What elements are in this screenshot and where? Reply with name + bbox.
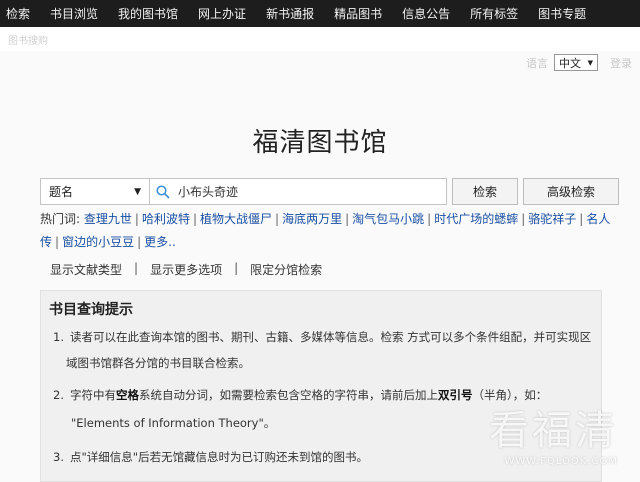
language-select[interactable]: 中文 ▼ [554, 54, 598, 71]
hot-words: 热门词: 查理九世 | 哈利波特 | 植物大战僵尸 | 海底两万里 | 淘气包马小跳 | 时代广场的… [40, 212, 611, 249]
breadcrumb: 图书搜购 [8, 36, 48, 47]
tips-title: 书目查询提示 [49, 302, 133, 318]
login-link[interactable]: 登录 [610, 55, 632, 71]
sub-bar [0, 27, 640, 51]
nav-item-new-books[interactable]: 新书通报 [266, 5, 314, 22]
top-nav: 检索 书目浏览 我的图书馆 网上办证 新书通报 精品图书 信息公告 所有标签 图… [0, 0, 640, 27]
search-button[interactable]: 检索 [452, 178, 518, 205]
nav-item-browse[interactable]: 书目浏览 [50, 5, 98, 22]
search-query: 小布头奇迹 [178, 185, 239, 199]
search-field-value: 题名 [49, 185, 74, 199]
advanced-search-button[interactable]: 高级检索 [523, 178, 619, 205]
tip-3: 3. 点"详细信息"后若无馆藏信息时为已订购还未到馆的图书。 [53, 450, 369, 464]
nav-item-search[interactable]: 检索 [6, 5, 30, 22]
nav-item-tags[interactable]: 所有标签 [470, 5, 518, 22]
tip-2-cont: "Elements of Information Theory"。 [71, 416, 276, 430]
hot-word-link[interactable]: 植物大战僵尸 [200, 212, 272, 226]
hot-word-link[interactable]: 淘气包马小跳 [352, 212, 424, 226]
hot-word-link[interactable]: 骆驼祥子 [528, 212, 576, 226]
search-options: 显示文献类型 | 显示更多选项 | 限定分馆检索 [50, 261, 323, 278]
show-more-options-link[interactable]: 显示更多选项 [150, 261, 222, 278]
nav-item-featured[interactable]: 精品图书 [334, 5, 382, 22]
triangle-down-icon: ▼ [587, 58, 593, 67]
nav-item-topics[interactable]: 图书专题 [538, 5, 586, 22]
hot-word-link[interactable]: 窗边的小豆豆 [62, 235, 134, 249]
nav-item-notices[interactable]: 信息公告 [402, 5, 450, 22]
more-link[interactable]: 更多.. [144, 235, 176, 249]
language-bar: 语言 中文 ▼ 登录 [526, 54, 632, 71]
site-title: 福清图书馆 [252, 128, 388, 158]
hot-word-link[interactable]: 查理九世 [84, 212, 132, 226]
search-icon [156, 184, 170, 199]
hot-words-label: 热门词: [40, 212, 81, 226]
search-field-select[interactable]: 题名 ▼ [40, 178, 150, 205]
language-value: 中文 [559, 56, 581, 70]
branch-limit-link[interactable]: 限定分馆检索 [250, 261, 322, 278]
hot-word-link[interactable]: 时代广场的蟋蟀 [434, 212, 518, 226]
language-label: 语言 [526, 56, 548, 70]
hot-word-link[interactable]: 海底两万里 [282, 212, 342, 226]
triangle-down-icon: ▼ [134, 186, 141, 197]
hot-word-link[interactable]: 哈利波特 [142, 212, 190, 226]
nav-item-my-library[interactable]: 我的图书馆 [118, 5, 178, 22]
search-input[interactable]: 小布头奇迹 [150, 178, 447, 205]
show-doc-types-link[interactable]: 显示文献类型 [50, 261, 122, 278]
tip-1-cont: 域图书馆群各分馆的书目联合检索。 [66, 356, 250, 370]
search-row: 题名 ▼ 小布头奇迹 检索 高级检索 [40, 178, 619, 205]
search-tips-panel: 书目查询提示 1. 读者可以在此查询本馆的图书、期刊、古籍、多媒体等信息。检索 方… [40, 290, 602, 482]
nav-item-card-apply[interactable]: 网上办证 [198, 5, 246, 22]
